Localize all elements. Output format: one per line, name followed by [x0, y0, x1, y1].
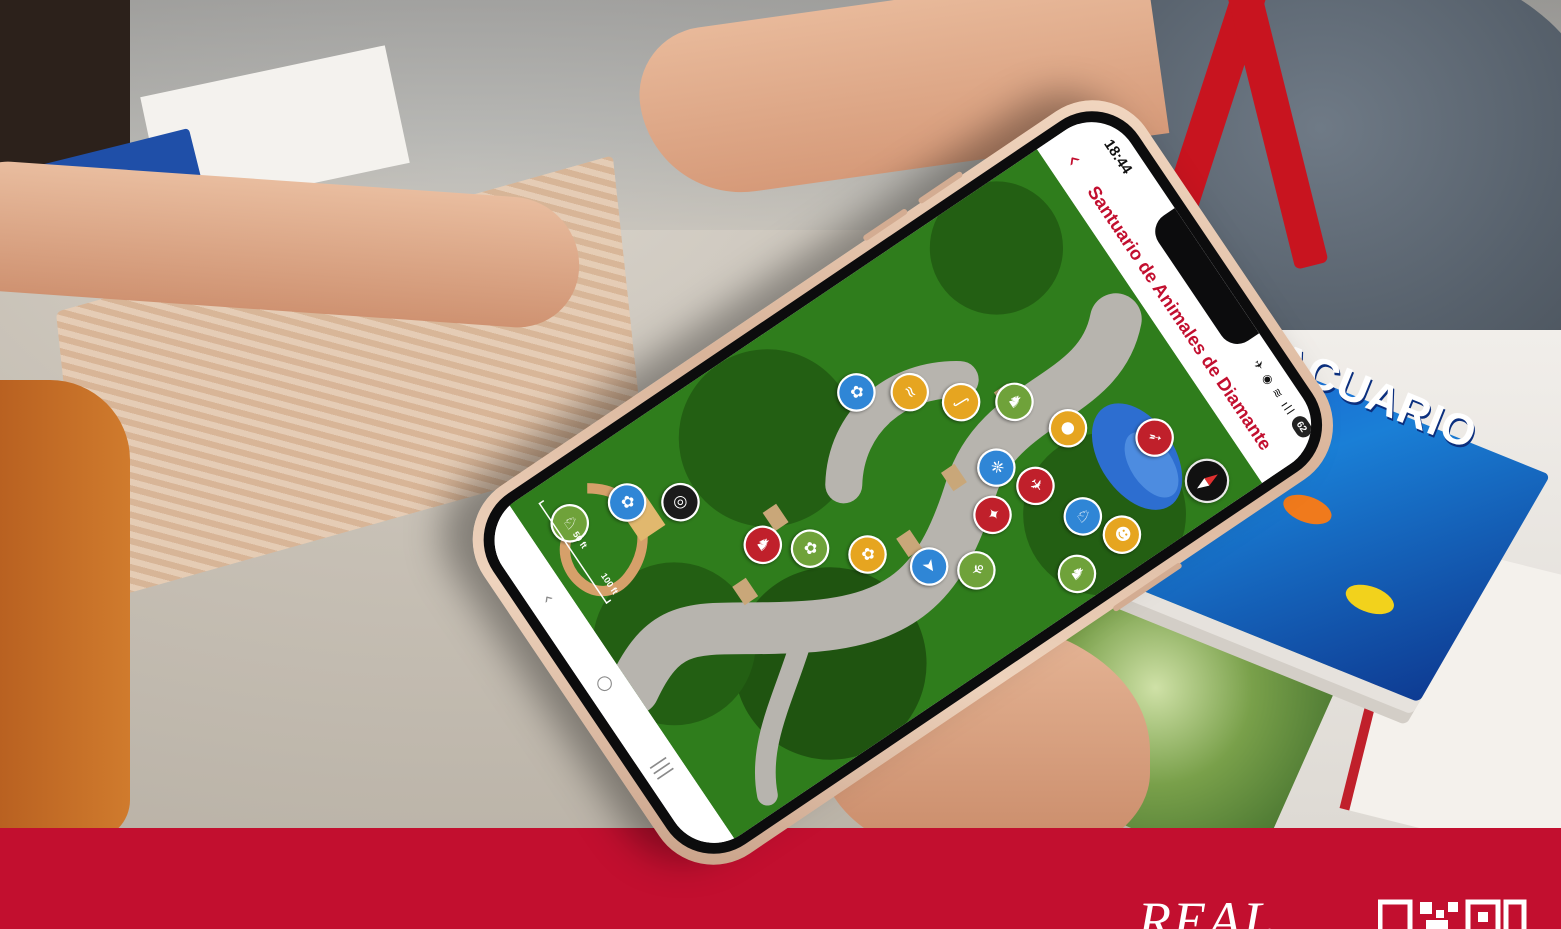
photo-scene: ACUARIO REAL 18:44 ✈ ◉ ≋ ıll 62 ‹ Santua… [0, 0, 1561, 929]
back-button[interactable]: ‹ [1054, 139, 1095, 180]
brand-logo: REAL [1138, 891, 1275, 929]
battery-icon: 62 [1288, 413, 1315, 441]
brand-band [0, 828, 1561, 929]
fish-illustration [1340, 578, 1400, 621]
qr-code-icon [1378, 899, 1527, 929]
orange-sleeve [0, 380, 130, 840]
fish-illustration [1277, 488, 1338, 531]
